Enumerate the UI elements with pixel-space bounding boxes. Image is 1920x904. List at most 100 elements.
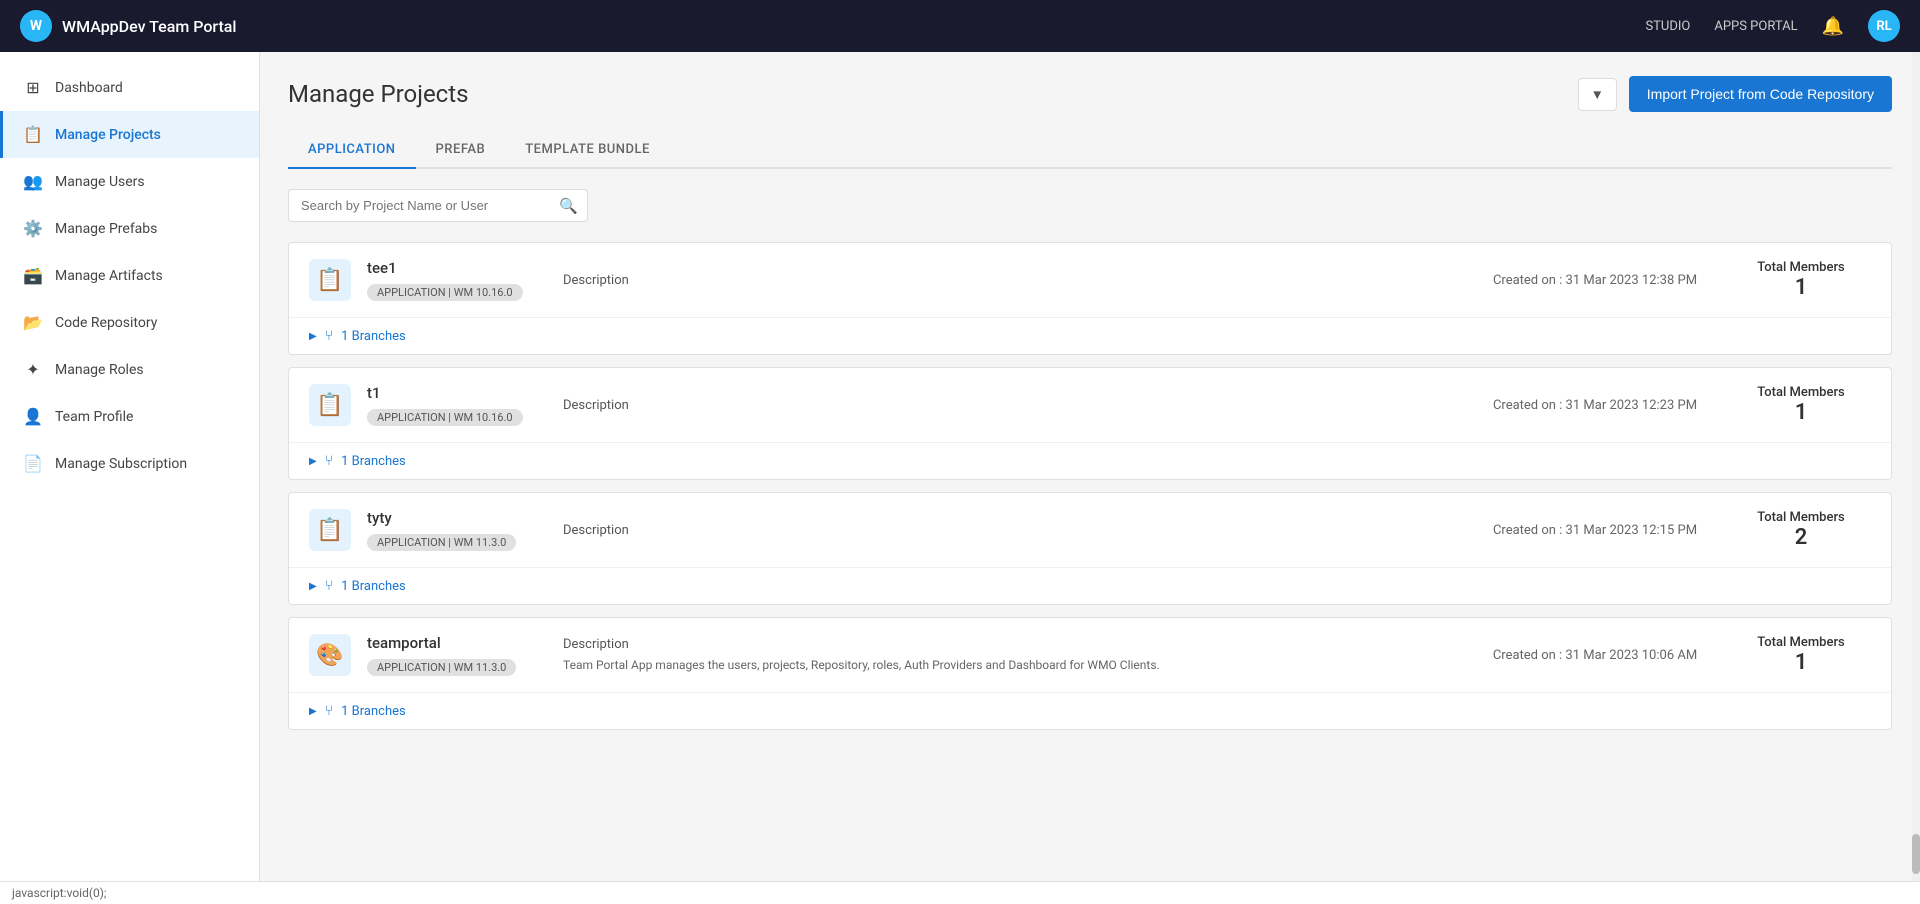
tab-bar: APPLICATIONPREFABTEMPLATE BUNDLE [288, 132, 1892, 169]
total-members-count: 2 [1731, 525, 1871, 550]
manage-subscription-icon: 📄 [23, 454, 43, 473]
sidebar-item-manage-subscription[interactable]: 📄 Manage Subscription [0, 440, 259, 487]
search-input[interactable] [288, 189, 588, 222]
project-row: 📋 tee1 APPLICATION | WM 10.16.0 Descript… [289, 243, 1891, 317]
sidebar-item-dashboard[interactable]: ⊞ Dashboard [0, 64, 259, 111]
project-description: Description [563, 273, 1459, 288]
expand-icon: ▶ [309, 706, 317, 717]
manage-artifacts-icon: 🗃️ [23, 266, 43, 285]
page-header: Manage Projects ▼ Import Project from Co… [288, 76, 1892, 112]
project-icon: 📋 [309, 384, 351, 426]
project-name: t1 [367, 384, 547, 402]
sidebar: ⊞ Dashboard 📋 Manage Projects 👥 Manage U… [0, 52, 260, 904]
sidebar-item-label: Manage Artifacts [55, 268, 163, 284]
branches-row[interactable]: ▶ ⑂ 1 Branches [289, 317, 1891, 354]
page-header-actions: ▼ Import Project from Code Repository [1578, 76, 1892, 112]
status-bar: javascript:void(0); [0, 881, 1920, 904]
top-navigation: W WMAppDev Team Portal STUDIO APPS PORTA… [0, 0, 1920, 52]
project-created: Created on : 31 Mar 2023 12:15 PM [1475, 523, 1715, 538]
expand-icon: ▶ [309, 456, 317, 467]
page-title: Manage Projects [288, 80, 468, 108]
project-description-label: Description [563, 273, 629, 288]
notification-bell-icon[interactable]: 🔔 [1822, 16, 1844, 37]
project-description-label: Description [563, 523, 629, 538]
main-content: Manage Projects ▼ Import Project from Co… [260, 52, 1920, 904]
branch-icon: ⑂ [325, 328, 333, 344]
project-description: Description Team Portal App manages the … [563, 637, 1459, 674]
project-badge: APPLICATION | WM 11.3.0 [367, 534, 516, 551]
manage-projects-icon: 📋 [23, 125, 43, 144]
total-members-label: Total Members [1731, 635, 1871, 650]
project-name: tyty [367, 509, 547, 527]
branch-icon: ⑂ [325, 453, 333, 469]
total-members-count: 1 [1731, 275, 1871, 300]
sidebar-item-manage-roles[interactable]: ✦ Manage Roles [0, 346, 259, 393]
team-profile-icon: 👤 [23, 407, 43, 426]
project-description-label: Description [563, 637, 629, 652]
code-repository-icon: 📂 [23, 313, 43, 332]
project-row: 🎨 teamportal APPLICATION | WM 11.3.0 Des… [289, 618, 1891, 692]
sidebar-item-label: Manage Prefabs [55, 221, 157, 237]
user-avatar[interactable]: RL [1868, 10, 1900, 42]
project-info: tyty APPLICATION | WM 11.3.0 [367, 509, 547, 551]
project-created: Created on : 31 Mar 2023 12:23 PM [1475, 398, 1715, 413]
tab-template-bundle[interactable]: TEMPLATE BUNDLE [505, 132, 670, 169]
total-members-label: Total Members [1731, 385, 1871, 400]
project-description: Description [563, 523, 1459, 538]
project-row: 📋 tyty APPLICATION | WM 11.3.0 Descripti… [289, 493, 1891, 567]
sidebar-item-manage-prefabs[interactable]: ⚙️ Manage Prefabs [0, 205, 259, 252]
status-text: javascript:void(0); [12, 886, 106, 900]
search-icon[interactable]: 🔍 [559, 197, 578, 215]
branches-row[interactable]: ▶ ⑂ 1 Branches [289, 692, 1891, 729]
sidebar-item-label: Dashboard [55, 80, 123, 96]
manage-roles-icon: ✦ [23, 360, 43, 379]
sidebar-item-manage-projects[interactable]: 📋 Manage Projects [0, 111, 259, 158]
branches-label: 1 Branches [341, 704, 406, 719]
project-created: Created on : 31 Mar 2023 10:06 AM [1475, 648, 1715, 663]
manage-users-icon: 👥 [23, 172, 43, 191]
branches-label: 1 Branches [341, 454, 406, 469]
manage-prefabs-icon: ⚙️ [23, 219, 43, 238]
branches-row[interactable]: ▶ ⑂ 1 Branches [289, 567, 1891, 604]
import-project-button[interactable]: Import Project from Code Repository [1629, 76, 1892, 112]
topnav-right: STUDIO APPS PORTAL 🔔 RL [1645, 10, 1900, 42]
total-members-label: Total Members [1731, 260, 1871, 275]
tab-prefab[interactable]: PREFAB [416, 132, 506, 169]
project-members: Total Members 1 [1731, 635, 1871, 675]
project-card: 🎨 teamportal APPLICATION | WM 11.3.0 Des… [288, 617, 1892, 730]
project-description-label: Description [563, 398, 629, 413]
sidebar-item-manage-users[interactable]: 👥 Manage Users [0, 158, 259, 205]
total-members-label: Total Members [1731, 510, 1871, 525]
total-members-count: 1 [1731, 400, 1871, 425]
sidebar-item-label: Team Profile [55, 409, 133, 425]
project-members: Total Members 2 [1731, 510, 1871, 550]
apps-portal-link[interactable]: APPS PORTAL [1714, 19, 1797, 34]
project-members: Total Members 1 [1731, 260, 1871, 300]
project-info: t1 APPLICATION | WM 10.16.0 [367, 384, 547, 426]
branches-row[interactable]: ▶ ⑂ 1 Branches [289, 442, 1891, 479]
total-members-count: 1 [1731, 650, 1871, 675]
sidebar-item-label: Manage Subscription [55, 456, 187, 472]
sidebar-item-code-repository[interactable]: 📂 Code Repository [0, 299, 259, 346]
scrollbar-thumb[interactable] [1912, 834, 1920, 874]
projects-list: 📋 tee1 APPLICATION | WM 10.16.0 Descript… [288, 242, 1892, 730]
sidebar-item-label: Manage Roles [55, 362, 144, 378]
filter-button[interactable]: ▼ [1578, 78, 1617, 111]
branches-label: 1 Branches [341, 579, 406, 594]
branch-icon: ⑂ [325, 703, 333, 719]
project-badge: APPLICATION | WM 11.3.0 [367, 659, 516, 676]
project-badge: APPLICATION | WM 10.16.0 [367, 284, 523, 301]
project-created: Created on : 31 Mar 2023 12:38 PM [1475, 273, 1715, 288]
sidebar-item-label: Code Repository [55, 315, 157, 331]
project-description-text: Team Portal App manages the users, proje… [563, 656, 1459, 674]
scrollbar[interactable] [1912, 52, 1920, 904]
sidebar-item-manage-artifacts[interactable]: 🗃️ Manage Artifacts [0, 252, 259, 299]
sidebar-item-label: Manage Users [55, 174, 145, 190]
page-layout: ⊞ Dashboard 📋 Manage Projects 👥 Manage U… [0, 52, 1920, 904]
sidebar-item-team-profile[interactable]: 👤 Team Profile [0, 393, 259, 440]
project-card: 📋 t1 APPLICATION | WM 10.16.0 Descriptio… [288, 367, 1892, 480]
tab-application[interactable]: APPLICATION [288, 132, 416, 169]
studio-link[interactable]: STUDIO [1645, 19, 1690, 34]
app-logo: W WMAppDev Team Portal [20, 10, 1645, 42]
sidebar-item-label: Manage Projects [55, 127, 161, 143]
